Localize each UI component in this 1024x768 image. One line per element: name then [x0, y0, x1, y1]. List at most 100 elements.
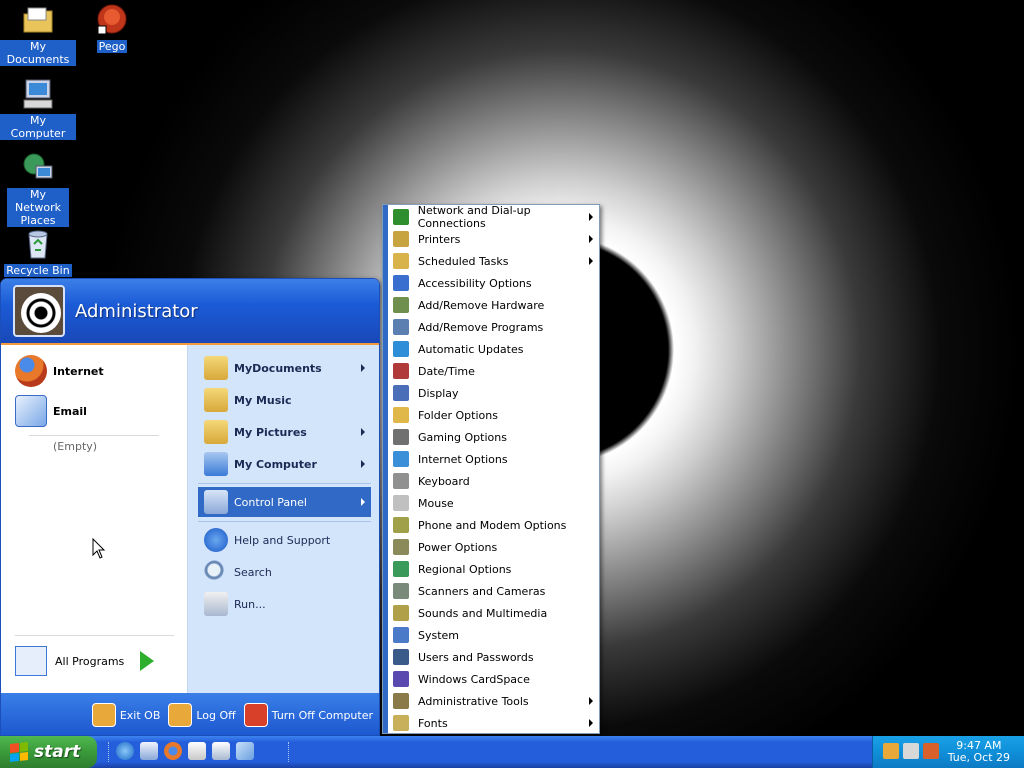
- places-item-my-pictures[interactable]: My Pictures: [198, 417, 371, 447]
- tray-security-icon[interactable]: [923, 743, 939, 759]
- clock[interactable]: 9:47 AM Tue, Oct 29: [948, 740, 1010, 764]
- tray-app-icon[interactable]: [883, 743, 899, 759]
- places-item-my-music[interactable]: My Music: [198, 385, 371, 415]
- ie-icon[interactable]: [116, 742, 134, 760]
- pego-shortcut-icon: [96, 4, 128, 36]
- places-item-search[interactable]: Search: [198, 557, 371, 587]
- plane-icon[interactable]: [236, 742, 254, 760]
- cp-item-scanners-and-cameras[interactable]: Scanners and Cameras: [388, 580, 599, 602]
- pinned-email[interactable]: Email: [1, 391, 187, 431]
- cp-item-power-options[interactable]: Power Options: [388, 536, 599, 558]
- toolbar-grip[interactable]: [108, 742, 111, 762]
- toolbar-grip[interactable]: [288, 742, 291, 762]
- desktop-icon-label: My Network Places: [7, 188, 69, 227]
- places-item-my-computer[interactable]: My Computer: [198, 449, 371, 479]
- cp-item-internet-options[interactable]: Internet Options: [388, 448, 599, 470]
- cp-item-label: Folder Options: [418, 408, 498, 422]
- cp-item-sounds-and-multimedia[interactable]: Sounds and Multimedia: [388, 602, 599, 624]
- cp-item-windows-cardspace[interactable]: Windows CardSpace: [388, 668, 599, 690]
- all-programs-label: All Programs: [55, 654, 125, 668]
- network-and-dial-up-connections-icon: [393, 209, 409, 225]
- add-remove-hardware-icon: [393, 297, 409, 313]
- cp-item-add-remove-hardware[interactable]: Add/Remove Hardware: [388, 294, 599, 316]
- cp-item-automatic-updates[interactable]: Automatic Updates: [388, 338, 599, 360]
- cp-item-fonts[interactable]: Fonts: [388, 712, 599, 734]
- automatic-updates-icon: [393, 341, 409, 357]
- places-label: Control Panel: [234, 495, 307, 509]
- pinned-label: Email: [53, 404, 87, 418]
- run-icon: [204, 592, 228, 616]
- folder-options-icon: [393, 407, 409, 423]
- places-item-run[interactable]: Run...: [198, 589, 371, 619]
- window-icon[interactable]: [212, 742, 230, 760]
- cp-item-keyboard[interactable]: Keyboard: [388, 470, 599, 492]
- cp-item-folder-options[interactable]: Folder Options: [388, 404, 599, 426]
- cp-item-mouse[interactable]: Mouse: [388, 492, 599, 514]
- desktop-icon-pego[interactable]: Pego: [74, 4, 150, 53]
- cp-item-network-and-dial-up-connections[interactable]: Network and Dial-up Connections: [388, 204, 599, 230]
- desktop-icon-label: Recycle Bin: [4, 264, 72, 277]
- firefox-icon[interactable]: [164, 742, 182, 760]
- administrative-tools-icon: [393, 693, 409, 709]
- cp-item-gaming-options[interactable]: Gaming Options: [388, 426, 599, 448]
- cp-item-date-time[interactable]: Date/Time: [388, 360, 599, 382]
- places-item-help[interactable]: Help and Support: [198, 525, 371, 555]
- places-label: MyDocuments: [234, 361, 322, 375]
- desktop-icon-label: My Computer: [0, 114, 76, 140]
- phone-and-modem-options-icon: [393, 517, 409, 533]
- submenu-arrow-icon: [361, 364, 365, 372]
- all-programs-button[interactable]: All Programs: [1, 635, 188, 681]
- desktop-icon-my-computer[interactable]: My Computer: [0, 78, 76, 140]
- pictures-folder-icon: [204, 420, 228, 444]
- start-button[interactable]: start: [0, 736, 97, 768]
- desktop-icon-recycle-bin[interactable]: Recycle Bin: [0, 228, 76, 277]
- desktop-icon-my-documents[interactable]: My Documents: [0, 4, 76, 66]
- scheduled-tasks-icon: [393, 253, 409, 269]
- submenu-arrow-icon: [589, 257, 593, 265]
- cp-item-phone-and-modem-options[interactable]: Phone and Modem Options: [388, 514, 599, 536]
- green-arrow-icon: [140, 651, 155, 671]
- internet-options-icon: [393, 451, 409, 467]
- desktop-icon-network-places[interactable]: My Network Places: [0, 152, 76, 227]
- submenu-arrow-icon: [361, 428, 365, 436]
- exit-label: Exit OB: [119, 708, 161, 722]
- tray-network-icon[interactable]: [903, 743, 919, 759]
- places-item-control-panel[interactable]: Control Panel: [198, 487, 371, 517]
- exit-button[interactable]: Exit OB: [91, 703, 161, 727]
- log-off-button[interactable]: Log Off: [168, 703, 236, 727]
- cp-item-scheduled-tasks[interactable]: Scheduled Tasks: [388, 250, 599, 272]
- cp-item-label: Scheduled Tasks: [418, 254, 509, 268]
- cp-item-accessibility-options[interactable]: Accessibility Options: [388, 272, 599, 294]
- cp-item-printers[interactable]: Printers: [388, 228, 599, 250]
- places-label: Search: [234, 565, 272, 579]
- places-item-mydocuments[interactable]: MyDocuments: [198, 353, 371, 383]
- clock-date: Tue, Oct 29: [947, 751, 1010, 764]
- submenu-arrow-icon: [589, 235, 593, 243]
- cp-item-label: Accessibility Options: [418, 276, 532, 290]
- cp-item-label: Network and Dial-up Connections: [417, 204, 531, 230]
- windows-cardspace-icon: [393, 671, 409, 687]
- separator: [198, 483, 371, 484]
- cp-item-label: System: [418, 628, 460, 642]
- cp-item-users-and-passwords[interactable]: Users and Passwords: [388, 646, 599, 668]
- cp-item-administrative-tools[interactable]: Administrative Tools: [388, 690, 599, 712]
- avatar[interactable]: [13, 285, 65, 337]
- my-documents-icon: [22, 4, 54, 36]
- turn-off-button[interactable]: Turn Off Computer: [243, 703, 373, 727]
- cp-item-label: Windows CardSpace: [418, 672, 530, 686]
- cp-item-system[interactable]: System: [388, 624, 599, 646]
- separator: [198, 521, 371, 522]
- places-label: Run...: [234, 597, 266, 611]
- cp-item-display[interactable]: Display: [388, 382, 599, 404]
- start-menu-footer: Exit OB Log Off Turn Off Computer: [1, 693, 379, 735]
- notepad-icon[interactable]: [188, 742, 206, 760]
- my-computer-icon: [22, 78, 54, 110]
- submenu-arrow-icon: [589, 697, 593, 705]
- cp-item-add-remove-programs[interactable]: Add/Remove Programs: [388, 316, 599, 338]
- cp-item-label: Sounds and Multimedia: [418, 606, 548, 620]
- outlook-icon[interactable]: [140, 742, 158, 760]
- cp-item-label: Gaming Options: [418, 430, 507, 444]
- cp-item-regional-options[interactable]: Regional Options: [388, 558, 599, 580]
- display-icon: [393, 385, 409, 401]
- pinned-internet[interactable]: Internet: [1, 351, 187, 391]
